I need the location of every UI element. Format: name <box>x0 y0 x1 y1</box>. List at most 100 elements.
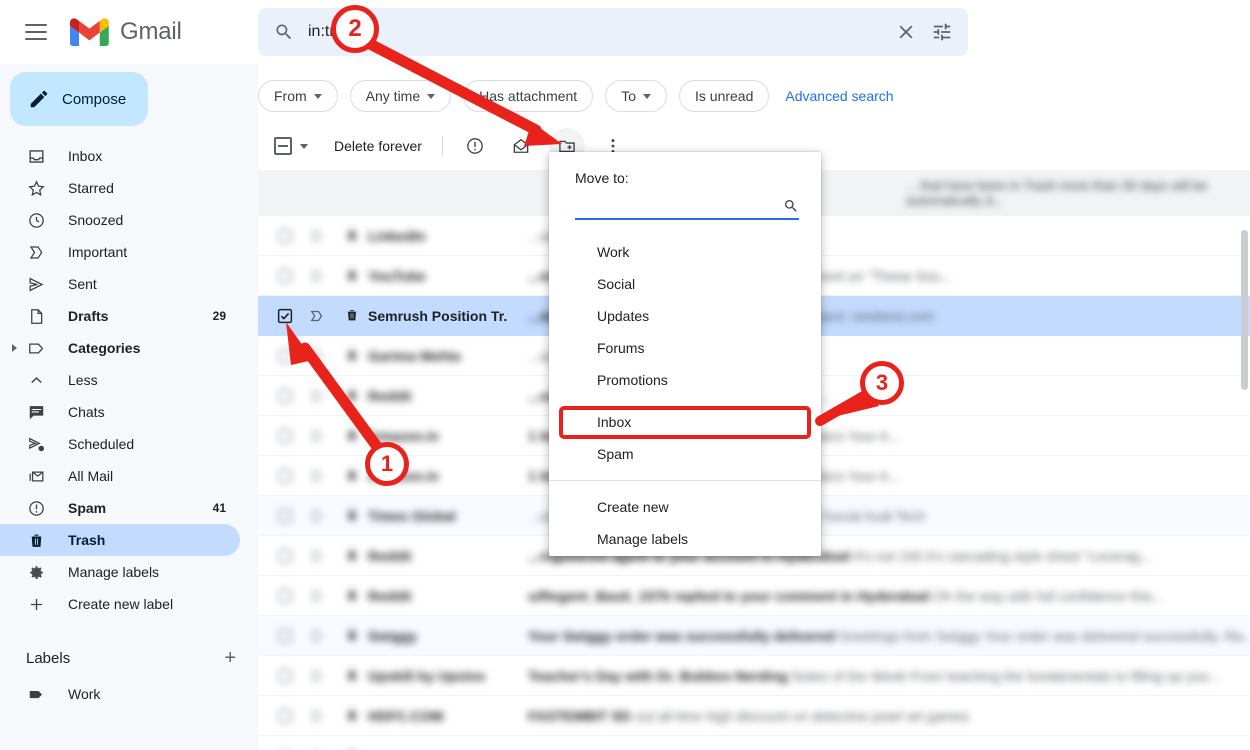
table-row[interactable]: Reddit u/Regent_Bauti_1576 replied to yo… <box>258 576 1250 616</box>
sidebar-item-important[interactable]: Important <box>0 236 240 268</box>
compose-label: Compose <box>62 90 127 108</box>
row-important-icon[interactable] <box>308 587 326 605</box>
sidebar-item-drafts[interactable]: Drafts 29 <box>0 300 240 332</box>
row-important-icon[interactable] <box>308 347 326 365</box>
table-row[interactable]: Swiggy Your Swiggy order was successfull… <box>258 616 1250 656</box>
sidebar-item-categories[interactable]: Categories <box>0 332 240 364</box>
compose-button[interactable]: Compose <box>10 72 148 126</box>
add-label-icon[interactable]: + <box>224 648 236 668</box>
table-row[interactable] <box>258 736 1250 750</box>
menu-item-work[interactable]: Work <box>549 236 821 268</box>
row-sender: YouTube <box>368 267 426 284</box>
labels-section-header: Labels + <box>0 638 258 678</box>
sidebar-item-trash[interactable]: Trash <box>0 524 240 556</box>
sidebar-item-less[interactable]: Less <box>0 364 240 396</box>
row-important-icon[interactable] <box>308 667 326 685</box>
row-trash-icon <box>344 307 362 325</box>
sidebar-label-work[interactable]: Work <box>0 678 240 710</box>
sidebar-item-spam-label: Spam <box>68 500 107 516</box>
report-spam-button[interactable] <box>457 128 493 164</box>
menu-item-inbox[interactable]: Inbox <box>549 406 821 438</box>
sidebar-item-create-new-label[interactable]: Create new label <box>0 588 240 620</box>
row-sender: Reddit <box>368 547 412 564</box>
select-all-control[interactable] <box>274 137 308 155</box>
chip-any-time[interactable]: Any time <box>349 80 452 112</box>
row-trash-icon <box>344 387 362 405</box>
row-checkbox[interactable] <box>276 467 294 485</box>
sidebar-item-spam-count: 41 <box>212 501 226 515</box>
sidebar-item-manage-labels[interactable]: Manage labels <box>0 556 240 588</box>
sidebar-item-spam[interactable]: Spam 41 <box>0 492 240 524</box>
chip-from[interactable]: From <box>258 80 338 112</box>
sidebar-item-snoozed-label: Snoozed <box>68 212 124 228</box>
row-important-icon[interactable] <box>308 707 326 725</box>
mark-as-unread-button[interactable] <box>503 128 539 164</box>
row-important-icon[interactable] <box>308 227 326 245</box>
sidebar-item-snoozed[interactable]: Snoozed <box>0 204 240 236</box>
row-important-icon[interactable] <box>308 307 326 325</box>
row-trash-icon <box>344 627 362 645</box>
row-snippet: Notes of the Week From teaching the fund… <box>791 667 1221 684</box>
main-menu-icon[interactable] <box>14 10 58 54</box>
row-subject: u/Regent_Bauti_1576 replied to your comm… <box>528 587 930 604</box>
search-input[interactable] <box>308 23 888 41</box>
scrollbar-thumb[interactable] <box>1241 230 1248 390</box>
sidebar-item-inbox[interactable]: Inbox <box>0 140 240 172</box>
row-checkbox[interactable] <box>276 627 294 645</box>
row-checkbox[interactable] <box>276 227 294 245</box>
move-to-label-search[interactable] <box>575 194 799 220</box>
sidebar-item-sent-label: Sent <box>68 276 97 292</box>
expand-arrow-icon[interactable] <box>12 344 17 352</box>
sidebar-item-all-mail[interactable]: All Mail <box>0 460 240 492</box>
row-trash-icon <box>344 507 362 525</box>
sidebar-item-sent[interactable]: Sent <box>0 268 240 300</box>
row-important-icon[interactable] <box>308 507 326 525</box>
menu-item-promotions[interactable]: Promotions <box>549 364 821 396</box>
table-row[interactable]: Upskill by Upstox Teacher's Day with Dr.… <box>258 656 1250 696</box>
row-checkbox[interactable] <box>276 347 294 365</box>
row-important-icon[interactable] <box>308 627 326 645</box>
all-mail-icon <box>26 466 46 486</box>
list-scrollbar[interactable] <box>1240 170 1250 750</box>
row-important-icon[interactable] <box>308 467 326 485</box>
menu-item-manage-labels[interactable]: Manage labels <box>549 523 821 555</box>
row-checkbox[interactable] <box>276 307 294 325</box>
delete-forever-button[interactable]: Delete forever <box>334 138 422 154</box>
select-all-checkbox[interactable] <box>274 137 292 155</box>
chip-to[interactable]: To <box>605 80 667 112</box>
row-checkbox[interactable] <box>276 427 294 445</box>
advanced-search-link[interactable]: Advanced search <box>785 88 893 104</box>
row-important-icon[interactable] <box>308 267 326 285</box>
row-checkbox[interactable] <box>276 587 294 605</box>
clear-search-button[interactable] <box>888 14 924 50</box>
pencil-icon <box>30 90 48 108</box>
menu-item-social[interactable]: Social <box>549 268 821 300</box>
row-checkbox[interactable] <box>276 507 294 525</box>
row-important-icon[interactable] <box>308 427 326 445</box>
chevron-down-icon[interactable] <box>300 143 308 149</box>
chip-has-attachment[interactable]: Has attachment <box>463 80 594 112</box>
row-checkbox[interactable] <box>276 547 294 565</box>
chevron-down-icon <box>643 93 651 99</box>
move-to-search-input[interactable] <box>575 198 783 214</box>
chip-is-unread[interactable]: Is unread <box>679 80 770 112</box>
menu-item-forums[interactable]: Forums <box>549 332 821 364</box>
row-important-icon[interactable] <box>308 387 326 405</box>
sidebar-item-scheduled[interactable]: Scheduled <box>0 428 240 460</box>
menu-item-updates[interactable]: Updates <box>549 300 821 332</box>
row-checkbox[interactable] <box>276 667 294 685</box>
gmail-logo[interactable]: Gmail <box>70 16 182 48</box>
row-snippet: Greetings from Swiggy Your order was del… <box>838 627 1250 644</box>
row-checkbox[interactable] <box>276 387 294 405</box>
sidebar-item-starred[interactable]: Starred <box>0 172 240 204</box>
menu-item-create-new[interactable]: Create new <box>549 491 821 523</box>
row-checkbox[interactable] <box>276 267 294 285</box>
search-options-button[interactable] <box>924 14 960 50</box>
row-important-icon[interactable] <box>308 747 326 750</box>
row-checkbox[interactable] <box>276 707 294 725</box>
sidebar-item-chats[interactable]: Chats <box>0 396 240 428</box>
menu-item-spam[interactable]: Spam <box>549 438 821 470</box>
row-checkbox[interactable] <box>276 747 294 750</box>
row-important-icon[interactable] <box>308 547 326 565</box>
table-row[interactable]: HDFC.COM FASTEMBIT SD out all time high … <box>258 696 1250 736</box>
